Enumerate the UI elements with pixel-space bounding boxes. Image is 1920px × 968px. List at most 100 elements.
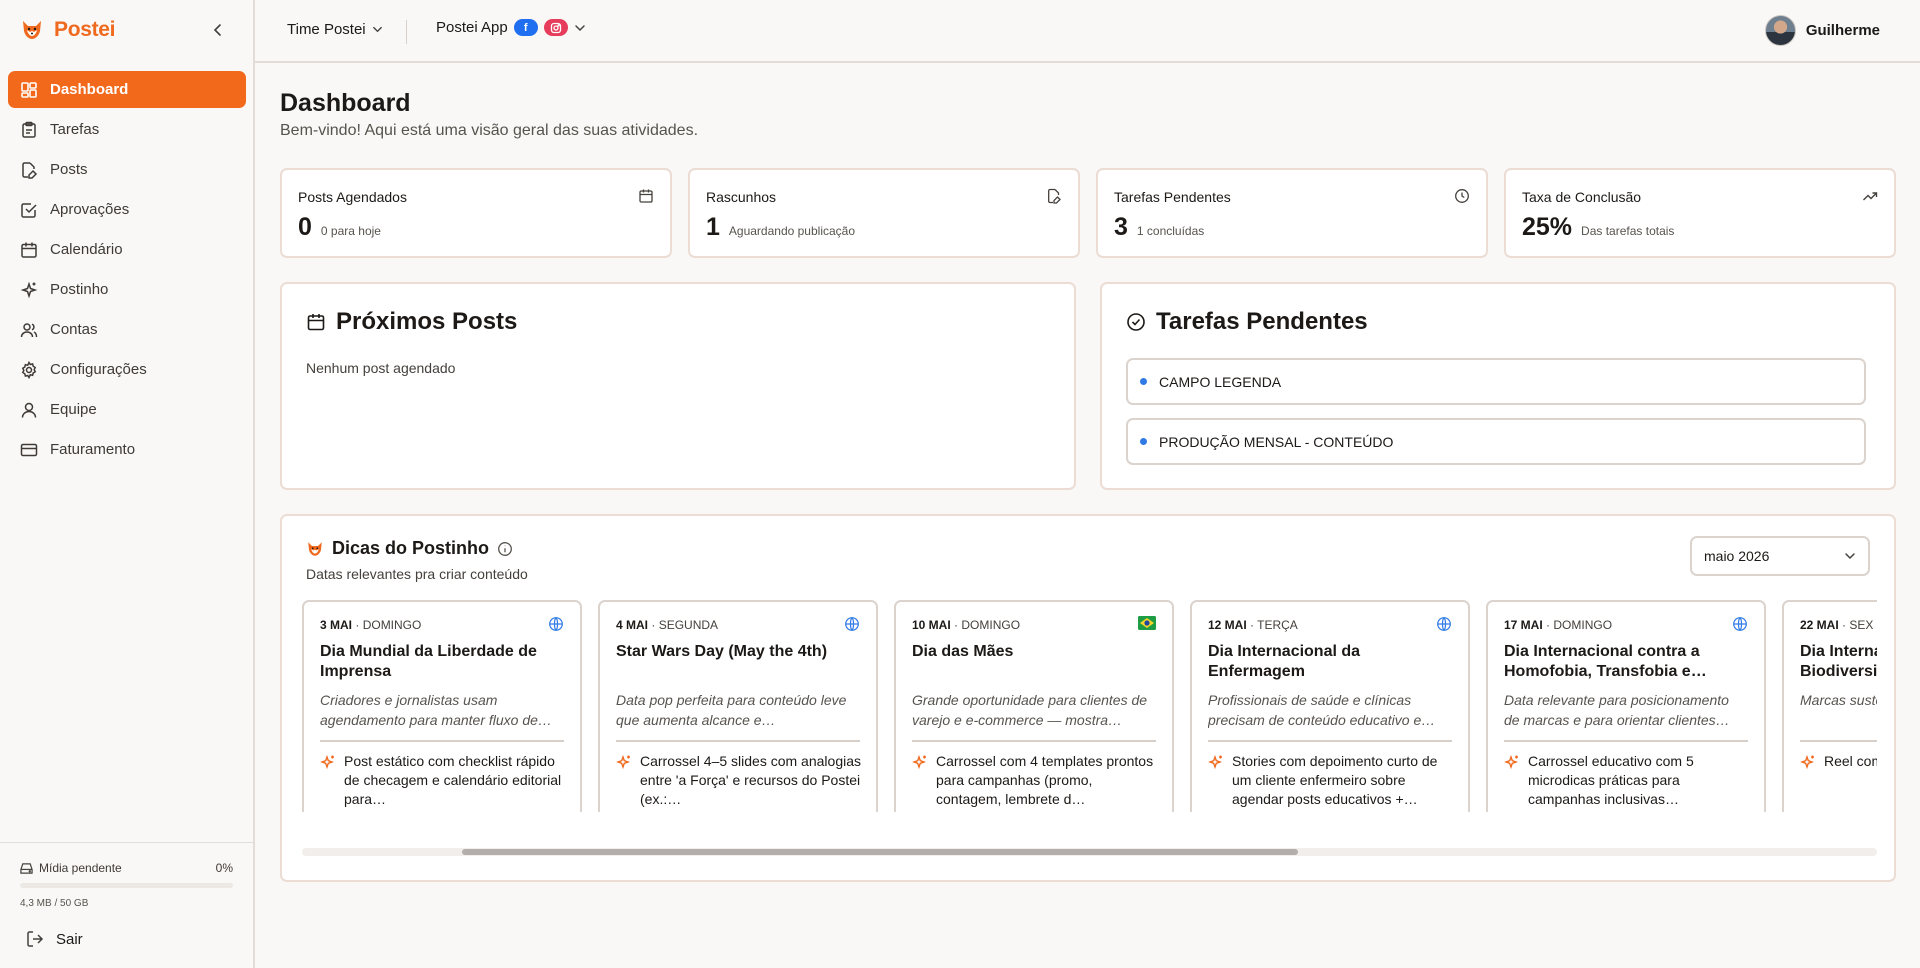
tip-weekday: · DOMINGO xyxy=(1546,618,1613,632)
file-pen-icon xyxy=(1048,188,1061,204)
stat-card-pending-tasks: Tarefas Pendentes 3 1 concluídas xyxy=(1096,168,1488,258)
empty-state-text: Nenhum post agendado xyxy=(306,360,456,376)
sidebar-item-configuracoes[interactable]: Configurações xyxy=(8,351,246,388)
tip-idea: Reel com… e agend… usando… xyxy=(1824,753,1877,769)
sidebar-item-label: Faturamento xyxy=(50,441,136,458)
globe-icon xyxy=(845,617,859,631)
sparkles-icon xyxy=(20,281,38,298)
chevron-left-icon xyxy=(213,24,221,36)
tip-title: Dia das Mães xyxy=(912,643,1014,660)
pending-tasks-panel: Tarefas Pendentes CAMPO LEGENDA PRODUÇÃO… xyxy=(1100,282,1896,490)
storage-label: Mídia pendente xyxy=(39,861,122,875)
sidebar-item-postinho[interactable]: Postinho xyxy=(8,271,246,308)
tips-scrollbar[interactable] xyxy=(302,848,1877,856)
task-status-dot xyxy=(1140,378,1147,385)
facebook-icon: f xyxy=(513,19,538,36)
tip-date: 17 MAI xyxy=(1504,618,1543,632)
logout-label: Sair xyxy=(56,930,83,948)
instagram-icon xyxy=(543,19,568,36)
sidebar-item-calendario[interactable]: Calendário xyxy=(8,231,246,268)
panel-title: Tarefas Pendentes xyxy=(1156,308,1368,335)
stat-card-scheduled-posts: Posts Agendados 0 0 para hoje xyxy=(280,168,672,258)
tip-weekday: · DOMINGO xyxy=(355,618,422,632)
storage-progress-bar xyxy=(20,883,233,888)
sidebar-item-equipe[interactable]: Equipe xyxy=(8,391,246,428)
user-menu[interactable]: Guilherme xyxy=(1764,15,1880,46)
tip-card[interactable]: 17 MAI · DOMINGO Dia Internacional contr… xyxy=(1486,600,1766,812)
sparkles-icon xyxy=(1800,754,1815,770)
stat-label: Taxa de Conclusão xyxy=(1522,189,1642,205)
sidebar-item-label: Aprovações xyxy=(50,201,130,218)
task-status-dot xyxy=(1140,438,1147,445)
tip-card[interactable]: 3 MAI · DOMINGO Dia Mundial da Liberdade… xyxy=(302,600,582,812)
team-switcher[interactable]: Time Postei xyxy=(287,21,383,38)
sidebar-item-tarefas[interactable]: Tarefas xyxy=(8,111,246,148)
tip-divider xyxy=(1208,740,1452,742)
sidebar-item-faturamento[interactable]: Faturamento xyxy=(8,431,246,468)
logout-button[interactable]: Sair xyxy=(26,930,83,948)
clock-icon xyxy=(1455,189,1469,203)
dashboard-icon xyxy=(21,81,37,98)
info-icon[interactable] xyxy=(497,541,513,557)
tip-idea: Carrossel com 4 templates prontos para c… xyxy=(936,753,1154,807)
tip-title: Dia Mundial da Liberdade de Imprensa xyxy=(320,643,537,680)
calendar-icon xyxy=(21,242,37,258)
sidebar-item-label: Configurações xyxy=(50,361,147,378)
month-select[interactable]: maio 2026 xyxy=(1690,536,1870,576)
gear-icon xyxy=(21,360,37,379)
stat-value: 1 xyxy=(706,213,720,241)
tip-divider xyxy=(616,740,860,742)
tip-divider xyxy=(1504,740,1748,742)
sidebar-item-posts[interactable]: Posts xyxy=(8,151,246,188)
sidebar-item-label: Contas xyxy=(50,321,98,338)
sidebar-item-contas[interactable]: Contas xyxy=(8,311,246,348)
tip-divider xyxy=(320,740,564,742)
sparkles-icon xyxy=(320,754,335,770)
storage-percent: 0% xyxy=(215,861,233,875)
team-name: Time Postei xyxy=(287,21,366,38)
stat-value: 0 xyxy=(298,213,312,241)
chevron-down-icon xyxy=(1845,553,1855,560)
tips-carousel[interactable]: 3 MAI · DOMINGO Dia Mundial da Liberdade… xyxy=(302,600,1877,812)
tip-description: Criadores e jornalistas usam agendamento… xyxy=(320,692,552,728)
user-icon xyxy=(21,402,37,418)
task-item[interactable]: CAMPO LEGENDA xyxy=(1126,358,1866,405)
tip-card[interactable]: 4 MAI · SEGUNDA Star Wars Day (May the 4… xyxy=(598,600,878,812)
stat-hint: Das tarefas totais xyxy=(1581,224,1675,238)
collapse-sidebar-button[interactable] xyxy=(208,20,228,40)
stat-card-drafts: Rascunhos 1 Aguardando publicação xyxy=(688,168,1080,258)
clipboard-icon xyxy=(22,121,36,138)
month-select-value: maio 2026 xyxy=(1704,548,1770,564)
chevron-down-icon xyxy=(372,26,382,33)
tip-description: Marcas sustentáveis costumam… xyxy=(1800,692,1877,708)
sidebar-item-label: Equipe xyxy=(50,401,97,418)
app-switcher[interactable]: Postei App f xyxy=(436,19,586,36)
calendar-icon xyxy=(639,189,653,203)
scrollbar-thumb[interactable] xyxy=(462,849,1298,855)
page-subtitle: Bem-vindo! Aqui está uma visão geral das… xyxy=(280,122,699,139)
sidebar-item-aprovacoes[interactable]: Aprovações xyxy=(8,191,246,228)
tip-divider xyxy=(1800,740,1877,742)
globe-icon xyxy=(1437,617,1451,631)
tips-title: Dicas do Postinho xyxy=(332,538,490,558)
sidebar-item-label: Calendário xyxy=(50,241,123,258)
fox-mascot-icon xyxy=(308,541,322,556)
task-item[interactable]: PRODUÇÃO MENSAL - CONTEÚDO xyxy=(1126,418,1866,465)
tip-weekday: · TERÇA xyxy=(1250,618,1298,632)
stat-hint: 0 para hoje xyxy=(320,224,381,238)
file-pen-icon xyxy=(22,161,38,179)
tip-card[interactable]: 10 MAI · DOMINGO Dia das Mães Grande opo… xyxy=(894,600,1174,812)
brand-name: Postei xyxy=(54,18,116,41)
tips-subtitle: Datas relevantes pra criar conteúdo xyxy=(306,566,528,582)
sidebar-item-dashboard[interactable]: Dashboard xyxy=(8,71,246,108)
brand[interactable]: Postei xyxy=(20,18,116,42)
tip-date: 10 MAI xyxy=(912,618,951,632)
globe-icon xyxy=(1733,617,1747,631)
tip-date: 12 MAI xyxy=(1208,618,1247,632)
credit-card-icon xyxy=(20,443,38,456)
check-circle-icon xyxy=(1127,313,1145,331)
tip-card[interactable]: 12 MAI · TERÇA Dia Internacional da Enfe… xyxy=(1190,600,1470,812)
tip-card[interactable]: 22 MAI · SEX Dia Internacional da Biodiv… xyxy=(1782,600,1877,812)
sparkles-icon xyxy=(616,754,631,770)
tip-date: 4 MAI xyxy=(616,618,649,632)
